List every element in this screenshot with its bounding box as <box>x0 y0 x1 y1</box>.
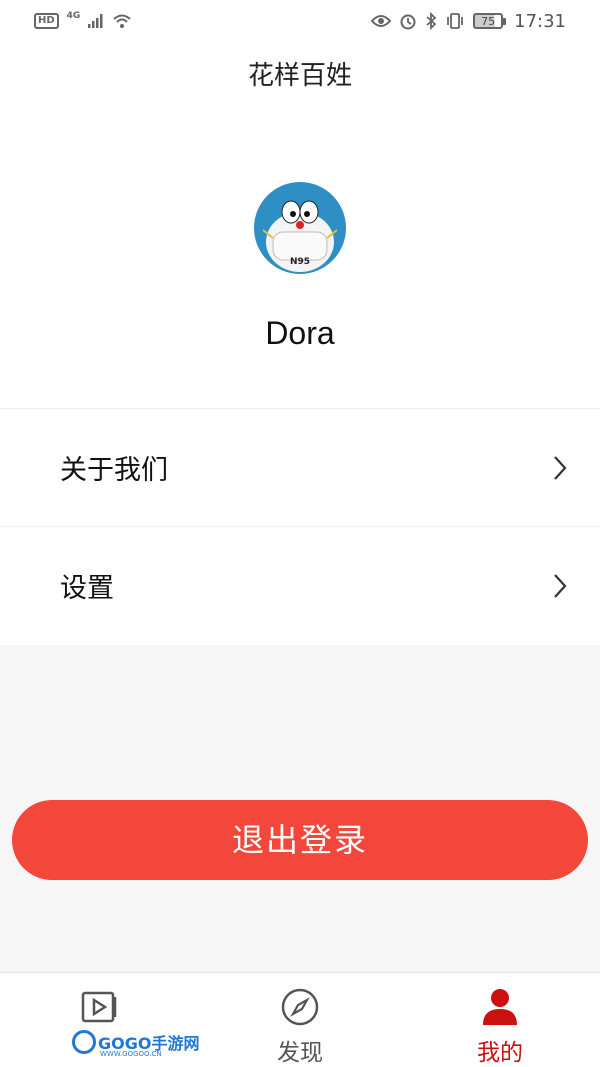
video-icon <box>81 991 117 1023</box>
status-time: 17:31 <box>514 10 566 32</box>
network-type: 4G <box>66 11 81 21</box>
compass-icon <box>281 988 319 1026</box>
wifi-icon <box>113 14 131 28</box>
tab-discover[interactable]: 发现 <box>200 973 400 1067</box>
avatar-text: N95 <box>290 257 310 267</box>
menu-item-label: 设置 <box>60 573 114 604</box>
tab-mine[interactable]: 我的 <box>400 973 600 1067</box>
status-bar-left: HD 4G <box>34 11 132 29</box>
profile-section: N95 Dora <box>0 160 600 408</box>
avatar-image: N95 <box>251 180 349 278</box>
watermark-icon <box>72 1030 96 1054</box>
logout-button[interactable]: 退出登录 <box>12 800 588 880</box>
vibrate-icon <box>447 13 464 29</box>
alarm-icon <box>400 14 416 30</box>
username: Dora <box>265 315 335 351</box>
status-bar-right: 75 17:31 <box>371 11 566 32</box>
settings-menu: 关于我们 设置 <box>0 408 600 644</box>
bluetooth-icon <box>426 12 437 30</box>
menu-item-about-us[interactable]: 关于我们 <box>0 408 600 526</box>
menu-item-label: 关于我们 <box>60 455 168 486</box>
watermark-logo: GOGO手游网 WWW.GOGOO.CN <box>72 1030 199 1058</box>
eye-icon <box>371 15 392 27</box>
signal-icon <box>88 14 103 28</box>
chevron-right-icon <box>554 573 567 598</box>
tab-label: 我的 <box>477 1040 523 1066</box>
avatar[interactable]: N95 <box>251 180 349 278</box>
menu-item-settings[interactable]: 设置 <box>0 526 600 644</box>
tab-label: 发现 <box>277 1040 323 1066</box>
battery-icon: 75 <box>473 13 507 29</box>
person-icon <box>483 989 517 1025</box>
hd-icon: HD <box>34 13 59 29</box>
chevron-right-icon <box>554 455 567 480</box>
watermark-url: WWW.GOGOO.CN <box>100 1050 162 1058</box>
page-title: 花样百姓 <box>247 61 352 91</box>
status-bar: HD 4G 75 17:31 <box>0 0 600 42</box>
